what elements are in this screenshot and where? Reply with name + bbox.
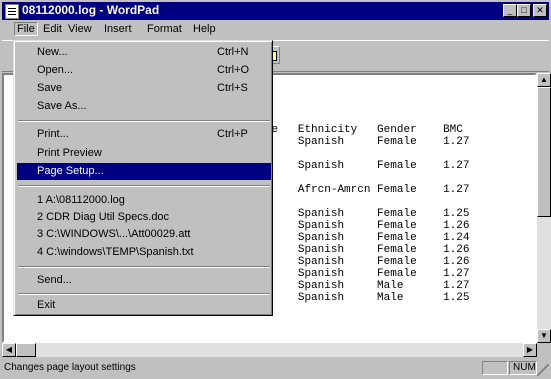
scroll-right-icon[interactable]: ▶ xyxy=(523,343,537,357)
menu-item-recent-2[interactable]: 2 CDR Diag Util Specs.doc xyxy=(17,209,271,226)
menu-file[interactable]: File xyxy=(14,22,38,36)
title-bar[interactable]: 08112000.log - WordPad _ □ ✕ xyxy=(2,2,549,20)
menu-separator xyxy=(18,120,270,122)
horizontal-scroll-thumb[interactable] xyxy=(16,343,36,357)
menu-item-open-label: Open... xyxy=(37,64,74,76)
menu-item-recent-2-label: 2 CDR Diag Util Specs.doc xyxy=(37,211,170,223)
menu-item-save[interactable]: Save Ctrl+S xyxy=(17,80,271,97)
menu-insert[interactable]: Insert xyxy=(104,23,132,35)
menu-help[interactable]: Help xyxy=(193,23,216,35)
menu-format[interactable]: Format xyxy=(147,23,182,35)
scroll-down-icon[interactable]: ▼ xyxy=(537,329,551,343)
menu-item-exit[interactable]: Exit xyxy=(17,297,271,314)
menu-item-recent-3-label: 3 C:\WINDOWS\...\Att00029.att xyxy=(37,228,191,240)
horizontal-scrollbar[interactable]: ◀ ▶ xyxy=(2,343,537,357)
menu-item-page-setup[interactable]: Page Setup... xyxy=(17,163,271,180)
vertical-scrollbar[interactable]: ▲ ▼ xyxy=(537,73,551,343)
scroll-left-icon[interactable]: ◀ xyxy=(2,343,16,357)
vertical-scroll-thumb[interactable] xyxy=(537,87,551,217)
status-panel-empty xyxy=(482,361,508,375)
menu-separator xyxy=(18,185,270,187)
menu-edit[interactable]: Edit xyxy=(43,23,62,35)
menu-item-recent-1[interactable]: 1 A:\08112000.log xyxy=(17,192,271,209)
file-menu-dropdown: New... Ctrl+N Open... Ctrl+O Save Ctrl+S… xyxy=(13,40,273,316)
menu-item-save-label: Save xyxy=(37,82,63,94)
menu-item-new-shortcut: Ctrl+N xyxy=(217,46,249,58)
menu-item-new-label: New... xyxy=(37,46,68,58)
menu-item-page-setup-label: Page Setup... xyxy=(37,165,104,177)
menu-item-print[interactable]: Print... Ctrl+P xyxy=(17,126,271,143)
menu-item-save-shortcut: Ctrl+S xyxy=(217,82,248,94)
close-icon[interactable]: ✕ xyxy=(533,4,547,17)
menu-separator xyxy=(18,266,270,268)
menu-view[interactable]: View xyxy=(68,23,92,35)
menu-item-recent-1-label: 1 A:\08112000.log xyxy=(37,194,125,206)
menu-separator xyxy=(18,293,270,295)
menu-item-recent-3[interactable]: 3 C:\WINDOWS\...\Att00029.att xyxy=(17,226,271,243)
menu-item-open[interactable]: Open... Ctrl+O xyxy=(17,62,271,79)
menu-item-recent-4-label: 4 C:\windows\TEMP\Spanish.txt xyxy=(37,246,194,258)
wordpad-window: 08112000.log - WordPad _ □ ✕ File Edit V… xyxy=(0,0,551,379)
menu-item-print-shortcut: Ctrl+P xyxy=(217,128,248,140)
menu-item-print-label: Print... xyxy=(37,128,69,140)
menu-item-save-as-label: Save As... xyxy=(37,100,87,112)
menu-item-recent-4[interactable]: 4 C:\windows\TEMP\Spanish.txt xyxy=(17,244,271,261)
menu-item-print-preview-label: Print Preview xyxy=(37,147,102,159)
num-lock-indicator: NUM xyxy=(509,361,537,375)
menu-item-save-as[interactable]: Save As... xyxy=(17,98,271,115)
minimize-icon[interactable]: _ xyxy=(503,4,517,17)
window-title: 08112000.log - WordPad xyxy=(22,3,160,17)
wordpad-app-icon[interactable] xyxy=(5,4,19,19)
menu-item-send-label: Send... xyxy=(37,274,72,286)
menu-item-print-preview[interactable]: Print Preview xyxy=(17,145,271,162)
status-bar: Changes page layout settings NUM xyxy=(2,360,549,377)
menu-bar: File Edit View Insert Format Help xyxy=(2,21,549,39)
menu-item-exit-label: Exit xyxy=(37,299,56,311)
menu-item-send[interactable]: Send... xyxy=(17,272,271,289)
maximize-icon[interactable]: □ xyxy=(517,4,531,17)
status-message: Changes page layout settings xyxy=(4,362,136,373)
size-grip-icon[interactable] xyxy=(537,364,549,376)
menu-item-new[interactable]: New... Ctrl+N xyxy=(17,44,271,61)
scroll-up-icon[interactable]: ▲ xyxy=(537,73,551,87)
menu-item-open-shortcut: Ctrl+O xyxy=(217,64,250,76)
